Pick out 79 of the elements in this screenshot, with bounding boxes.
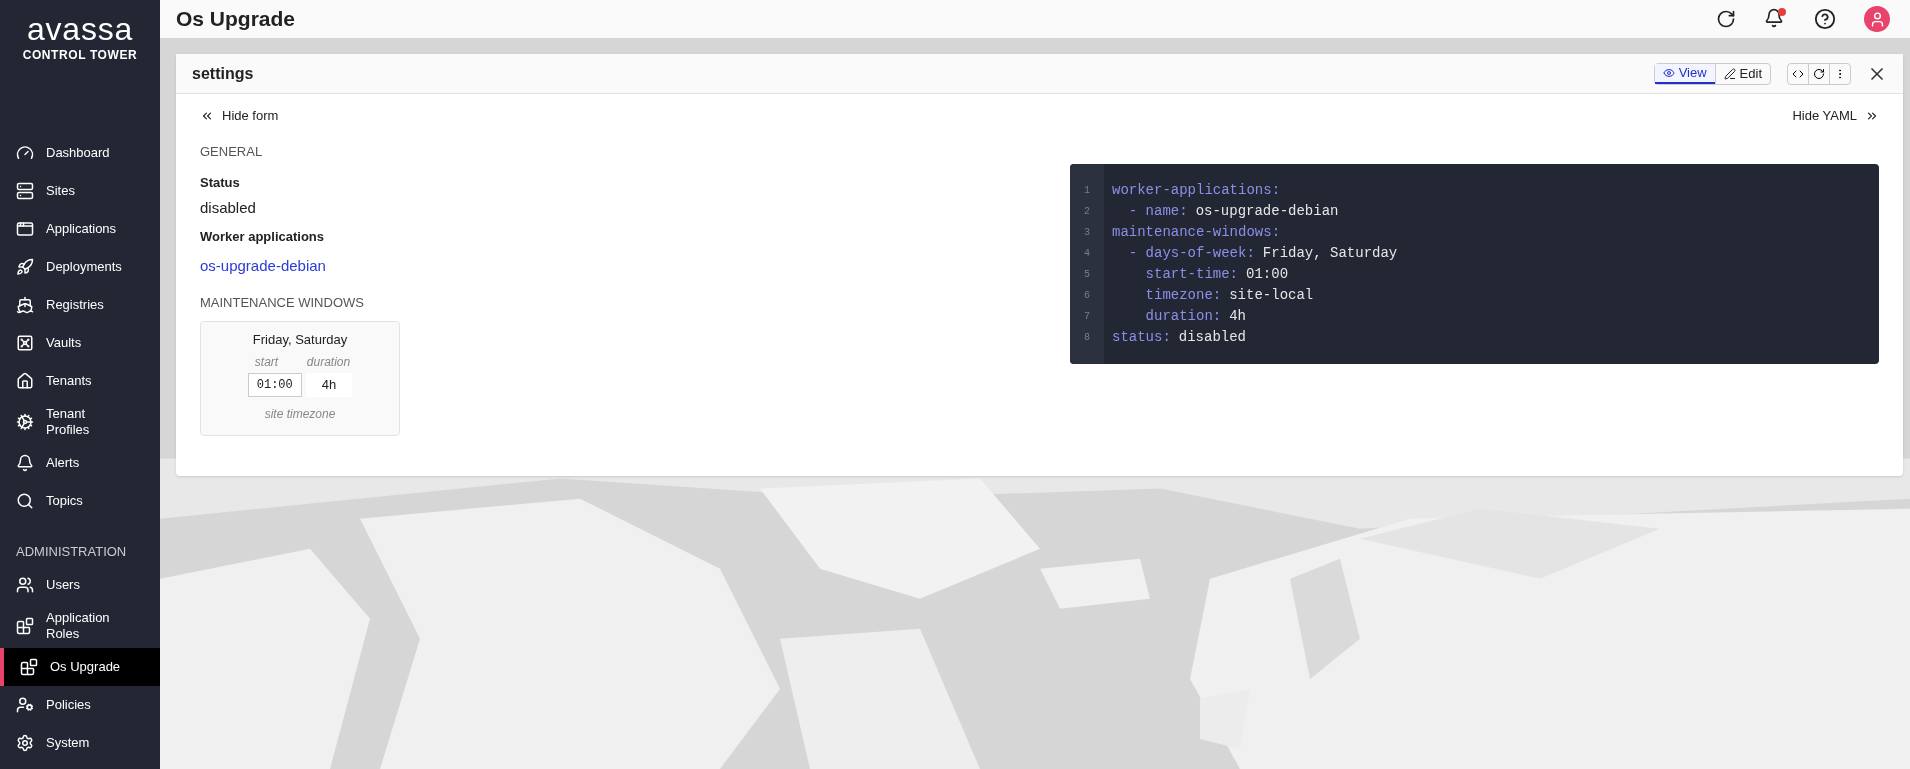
line-number: 2 bbox=[1084, 204, 1090, 219]
blocks-icon bbox=[20, 657, 38, 676]
line-number: 3 bbox=[1084, 225, 1090, 240]
users-icon bbox=[16, 575, 34, 594]
logo: avassa bbox=[26, 12, 134, 46]
section-heading: MAINTENANCE WINDOWS bbox=[200, 294, 365, 312]
vault-icon bbox=[16, 334, 34, 352]
sidebar-item[interactable]: Application Roles bbox=[0, 603, 160, 648]
yaml-value: 4h bbox=[1229, 306, 1247, 326]
apps-icon bbox=[16, 220, 34, 238]
sidebar-item[interactable]: Tenants bbox=[0, 362, 160, 400]
duration-value: 4h bbox=[305, 373, 353, 397]
sidebar-item[interactable]: Sites bbox=[0, 172, 160, 210]
user-gear-icon bbox=[16, 695, 34, 714]
mode-tab[interactable]: Edit bbox=[1714, 63, 1770, 84]
yaml-key: start-time: bbox=[1112, 263, 1239, 285]
yaml-key: worker-applications: bbox=[1112, 179, 1281, 201]
yaml-key: timezone: bbox=[1112, 284, 1222, 306]
bell-icon bbox=[16, 454, 34, 472]
sidebar-item[interactable]: Topics bbox=[0, 482, 160, 520]
sidebar-item[interactable]: Applications bbox=[0, 210, 160, 248]
section-title: ADMINISTRATION bbox=[15, 543, 128, 561]
avatar-icon[interactable] bbox=[1864, 6, 1890, 32]
sidebar-item[interactable]: Vaults bbox=[0, 324, 160, 362]
sidebar-item[interactable]: Alerts bbox=[0, 444, 160, 482]
yaml-value: Friday, Saturday bbox=[1262, 243, 1398, 263]
sidebar-item[interactable]: Os Upgrade bbox=[0, 647, 160, 686]
line-number: 1 bbox=[1084, 183, 1090, 198]
field-value: disabled bbox=[200, 197, 257, 218]
yaml-value: disabled bbox=[1178, 327, 1247, 347]
rocket-icon bbox=[16, 258, 34, 276]
house-icon bbox=[16, 372, 34, 390]
help-icon[interactable] bbox=[1814, 8, 1836, 30]
refresh-icon bbox=[1813, 67, 1825, 80]
refresh-icon[interactable] bbox=[1716, 9, 1736, 29]
page-title: Os Upgrade bbox=[176, 6, 297, 33]
field-label: Worker applications bbox=[200, 228, 325, 246]
blocks-icon bbox=[16, 616, 34, 635]
search-icon bbox=[16, 492, 34, 510]
section-heading: GENERAL bbox=[200, 142, 264, 161]
ship-icon bbox=[16, 296, 34, 314]
timezone-label: site timezone bbox=[264, 406, 336, 423]
sidebar-item[interactable]: Registries bbox=[0, 286, 160, 324]
yaml-value: site-local bbox=[1229, 285, 1314, 305]
yaml-key: - days-of-week: bbox=[1112, 242, 1255, 264]
yaml-value: 01:00 bbox=[1246, 264, 1289, 284]
sidebar-item[interactable]: System bbox=[0, 723, 160, 762]
logo-subtitle: CONTROL TOWER bbox=[22, 47, 138, 64]
yaml-key: status: bbox=[1112, 326, 1171, 348]
line-number: 7 bbox=[1084, 309, 1090, 324]
server-icon bbox=[16, 182, 34, 200]
yaml-value: os-upgrade-debian bbox=[1195, 201, 1339, 221]
line-number: 8 bbox=[1084, 330, 1090, 345]
eye-icon bbox=[1662, 66, 1675, 79]
field-label: Status bbox=[200, 174, 241, 192]
duration-label: duration bbox=[305, 354, 352, 371]
sidebar-item[interactable]: Deployments bbox=[0, 248, 160, 286]
yaml-key: maintenance-windows: bbox=[1112, 221, 1281, 243]
yaml-key: duration: bbox=[1112, 305, 1222, 327]
line-number: 6 bbox=[1084, 288, 1090, 303]
line-number: 5 bbox=[1084, 267, 1090, 282]
mode-tab[interactable]: View bbox=[1654, 63, 1715, 84]
sidebar-item[interactable]: Users bbox=[0, 565, 160, 604]
start-label: start bbox=[253, 354, 280, 371]
hide-yaml-button[interactable]: Hide YAML bbox=[1792, 106, 1879, 126]
sidebar-item[interactable]: Dashboard bbox=[0, 134, 160, 172]
line-number: 4 bbox=[1084, 246, 1090, 261]
days-text: Friday, Saturday bbox=[252, 330, 348, 349]
hide-form-button[interactable]: Hide form bbox=[200, 106, 279, 126]
bell-icon[interactable] bbox=[1764, 8, 1786, 30]
gauge-icon bbox=[16, 144, 34, 162]
settings-icon bbox=[16, 733, 34, 752]
sidebar-item[interactable]: Policies bbox=[0, 685, 160, 724]
start-value: 01:00 bbox=[247, 373, 302, 397]
pencil-icon bbox=[1723, 67, 1736, 80]
yaml-key: - name: bbox=[1112, 200, 1188, 222]
application-link[interactable]: os-upgrade-debian bbox=[200, 254, 326, 277]
panel-title: settings bbox=[192, 63, 255, 84]
sidebar-item[interactable]: Tenant Profiles bbox=[0, 400, 160, 444]
